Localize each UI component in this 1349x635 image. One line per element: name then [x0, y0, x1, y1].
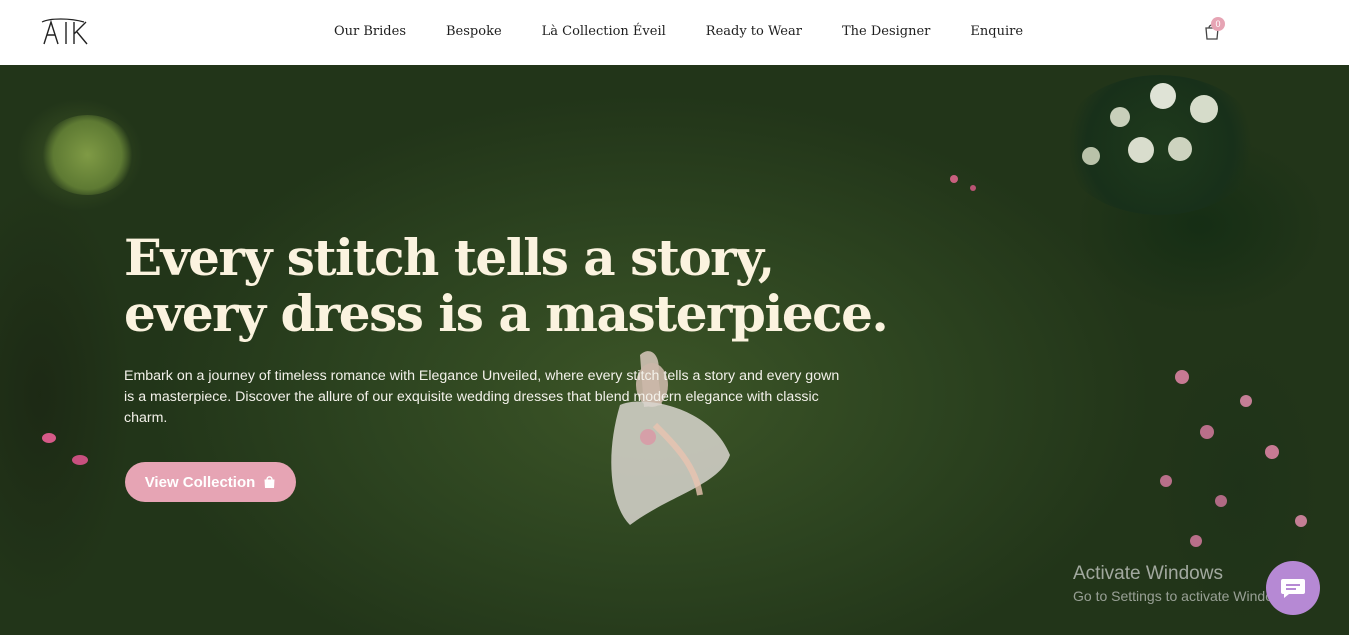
headline-line-1: Every stitch tells a story,: [124, 228, 775, 287]
white-hydrangea: [1110, 107, 1130, 127]
hero-section: Every stitch tells a story, every dress …: [0, 65, 1349, 635]
pink-flower: [1265, 445, 1279, 459]
chat-bubble-icon: [1281, 579, 1305, 598]
nav-item-la-collection-eveil[interactable]: Là Collection Éveil: [542, 22, 666, 42]
pink-flower: [1295, 515, 1307, 527]
pink-flower: [1175, 370, 1189, 384]
chat-widget-button[interactable]: [1266, 561, 1320, 615]
nav-item-ready-to-wear[interactable]: Ready to Wear: [706, 22, 802, 42]
nav-item-our-brides[interactable]: Our Brides: [334, 22, 406, 42]
pink-flower: [1160, 475, 1172, 487]
nav-item-the-designer[interactable]: The Designer: [842, 22, 930, 42]
white-hydrangea: [1190, 95, 1218, 123]
hero-headline: Every stitch tells a story, every dress …: [124, 228, 889, 343]
brand-logo[interactable]: [40, 18, 92, 48]
white-hydrangea: [1150, 83, 1176, 109]
watermark-title: Activate Windows: [1073, 563, 1223, 584]
cart-count-badge: 0: [1211, 17, 1225, 31]
shopping-bag-icon: [264, 476, 275, 488]
pink-flower: [42, 433, 56, 443]
pink-flower: [970, 185, 976, 191]
view-collection-button[interactable]: View Collection: [125, 462, 296, 502]
site-header: Our Brides Bespoke Là Collection Éveil R…: [0, 0, 1349, 65]
pink-flower: [72, 455, 88, 465]
nav-item-enquire[interactable]: Enquire: [970, 22, 1023, 42]
white-hydrangea: [1128, 137, 1154, 163]
pink-flower: [1215, 495, 1227, 507]
pink-flower: [1190, 535, 1202, 547]
pink-flower: [1240, 395, 1252, 407]
view-collection-label: View Collection: [144, 473, 256, 491]
hosta-plant: [40, 115, 135, 195]
hero-description: Embark on a journey of timeless romance …: [124, 368, 840, 426]
windows-activation-watermark: Activate Windows Go to Settings to activ…: [1073, 563, 1294, 606]
pink-flower: [1200, 425, 1214, 439]
white-hydrangea: [1168, 137, 1192, 161]
watermark-subtitle: Go to Settings to activate Windows.: [1073, 588, 1294, 604]
headline-line-2: every dress is a masterpiece.: [124, 284, 889, 343]
white-hydrangea: [1082, 147, 1100, 165]
main-nav: Our Brides Bespoke Là Collection Éveil R…: [334, 22, 1063, 42]
logo-icon: [41, 18, 88, 45]
pink-flower: [950, 175, 958, 183]
nav-item-bespoke[interactable]: Bespoke: [446, 22, 502, 42]
